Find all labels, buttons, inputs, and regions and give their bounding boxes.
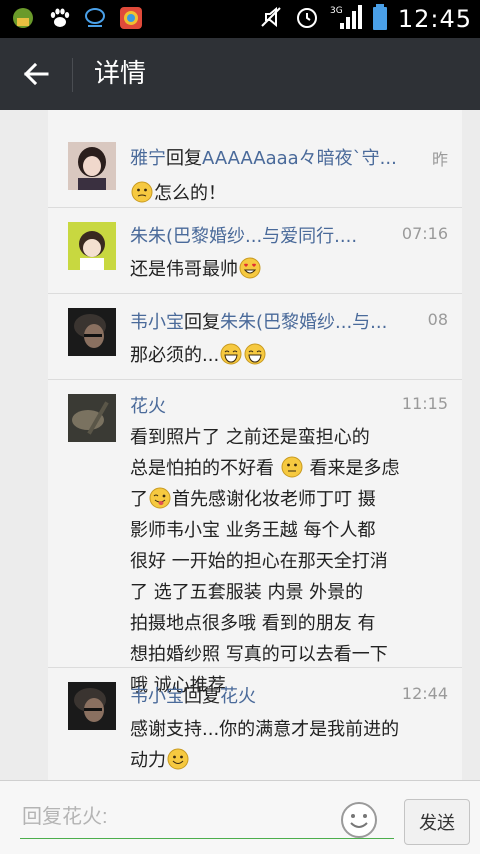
- comment-text-line: 动力: [130, 750, 166, 771]
- comment-text-content: 怎么的！: [154, 183, 226, 204]
- comment-text-line: 感谢支持...你的满意才是我前进的: [130, 719, 400, 740]
- comment-time: 11:15: [401, 394, 448, 413]
- reply-field[interactable]: [10, 793, 394, 843]
- commenter-name[interactable]: 花火: [130, 396, 166, 417]
- comment-text-line: 首先感谢化妆老师丁叮 摄: [172, 489, 376, 510]
- comment-item[interactable]: 花火 11:15 看到照片了 之前还是蛮担心的 总是怕拍的不好看 看来是多虑 了…: [48, 380, 462, 696]
- comment-time: 昨: [431, 150, 448, 169]
- reply-input[interactable]: [10, 797, 330, 837]
- avatar[interactable]: [68, 142, 116, 190]
- avatar[interactable]: [68, 682, 116, 730]
- reply-target[interactable]: 花火: [220, 686, 256, 707]
- nav-bar: 详情: [0, 38, 480, 110]
- arrow-left-icon: [23, 62, 49, 86]
- alarm-icon: [294, 4, 320, 34]
- emoji-button[interactable]: [340, 801, 378, 839]
- reply-word: 回复: [184, 686, 220, 707]
- reply-word: 回复: [184, 312, 220, 333]
- comment-text-line: 了: [130, 489, 148, 510]
- avatar[interactable]: [68, 394, 116, 442]
- commenter-name[interactable]: 朱朱(巴黎婚纱...与爱同行....: [130, 226, 357, 247]
- comment-text: 那必须的...: [130, 340, 450, 371]
- status-bar: 3G 12:45: [0, 0, 480, 38]
- avatar[interactable]: [68, 308, 116, 356]
- comment-text-line: 影师韦小宝 业务王越 每个人都: [130, 520, 376, 541]
- comment-text: 感谢支持...你的满意才是我前进的 动力: [130, 714, 450, 776]
- mute-icon: [258, 4, 284, 34]
- comment-text-line: 想拍婚纱照 写真的可以去看一下: [130, 644, 388, 665]
- comment-text-line: 很好 一开始的担心在那天全打消: [130, 551, 388, 572]
- browser-icon: [118, 5, 144, 31]
- wink-tongue-emoji-icon: [149, 487, 171, 509]
- network-label: 3G: [330, 6, 343, 16]
- commenter-name[interactable]: 韦小宝: [130, 312, 184, 333]
- neutral-emoji-icon: [281, 456, 303, 478]
- commenter-name[interactable]: 雅宁: [130, 148, 166, 169]
- comment-text-line: 看来是多虑: [309, 458, 400, 479]
- heart-eyes-emoji-icon: [239, 257, 261, 279]
- battery-icon: [372, 4, 388, 34]
- reply-target[interactable]: 朱朱(巴黎婚纱...与...: [220, 312, 387, 333]
- comment-text-line: 看到照片了 之前还是蛮担心的: [130, 427, 370, 448]
- smile-emoji-icon: [167, 748, 189, 770]
- reply-target[interactable]: AAAAAaaa々暗夜`守...: [202, 148, 397, 169]
- page-title: 详情: [94, 59, 147, 89]
- send-button[interactable]: 发送: [404, 799, 470, 845]
- comment-text-line: 总是怕拍的不好看: [130, 458, 274, 479]
- comment-item[interactable]: 韦小宝回复花火 12:44 感谢支持...你的满意才是我前进的 动力: [48, 668, 462, 780]
- comment-text-content: 那必须的...: [130, 345, 220, 366]
- comment-list[interactable]: 雅宁回复AAAAAaaa々暗夜`守... 昨 怎么的！ 朱朱(巴黎婚纱...与爱…: [48, 110, 462, 780]
- comment-text: 看到照片了 之前还是蛮担心的 总是怕拍的不好看 看来是多虑 了 首先感谢化妆老师丁…: [130, 422, 450, 701]
- reply-word: 回复: [166, 148, 202, 169]
- nav-divider: [72, 58, 73, 92]
- comment-text-line: 了 选了五套服装 内景 外景的: [130, 582, 364, 603]
- comment-time: 12:44: [401, 684, 448, 703]
- grin-emoji-icon: [220, 343, 242, 365]
- comment-text-content: 还是伟哥最帅: [130, 259, 238, 280]
- paw-icon: [46, 5, 72, 31]
- comment-text: 还是伟哥最帅: [130, 254, 450, 285]
- comment-time: 07:16: [401, 224, 448, 243]
- messenger-icon: [82, 5, 108, 31]
- thinking-emoji-icon: [131, 181, 153, 203]
- comment-time: 08: [427, 310, 448, 329]
- input-underline: [20, 838, 394, 839]
- commenter-name[interactable]: 韦小宝: [130, 686, 184, 707]
- avatar[interactable]: [68, 222, 116, 270]
- comment-item[interactable]: 朱朱(巴黎婚纱...与爱同行.... 07:16 还是伟哥最帅: [48, 208, 462, 294]
- comment-text: 怎么的！: [130, 178, 450, 209]
- clock: 12:45: [397, 5, 472, 33]
- app-icon: [10, 5, 36, 31]
- smiley-icon: [341, 802, 377, 838]
- reply-input-bar: 发送: [0, 780, 480, 854]
- comment-item[interactable]: 韦小宝回复朱朱(巴黎婚纱...与... 08 那必须的...: [48, 294, 462, 380]
- comment-item[interactable]: 雅宁回复AAAAAaaa々暗夜`守... 昨 怎么的！: [48, 120, 462, 208]
- comment-text-line: 拍摄地点很多哦 看到的朋友 有: [130, 613, 376, 634]
- signal-icon: 3G: [330, 3, 362, 35]
- grin-emoji-icon: [244, 343, 266, 365]
- back-button[interactable]: [14, 56, 58, 92]
